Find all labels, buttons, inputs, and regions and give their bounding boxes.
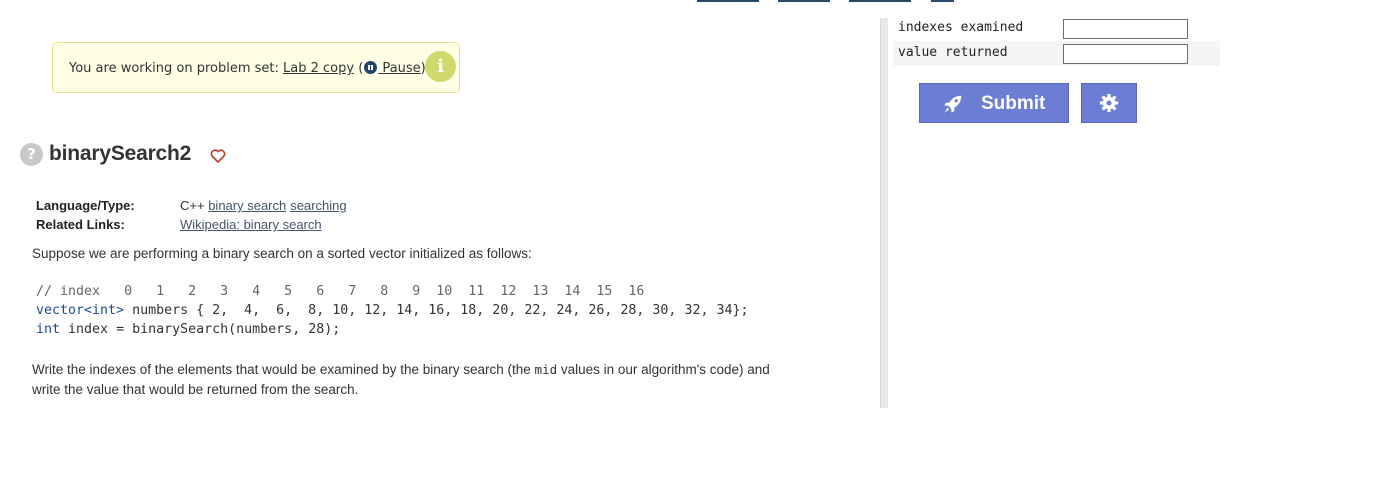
notice-text: You are working on problem set: Lab 2 co… <box>69 61 426 76</box>
top-nav-link[interactable] <box>697 0 759 2</box>
question-part-1: Write the indexes of the elements that w… <box>32 362 535 377</box>
indexes-examined-label: indexes examined <box>898 20 1024 35</box>
value-returned-input[interactable] <box>1063 44 1188 64</box>
index-comment: // index <box>36 284 101 299</box>
top-nav-link[interactable] <box>778 0 830 2</box>
heart-icon[interactable] <box>209 147 227 165</box>
code-block: // index 0 1 2 3 4 5 6 7 8 9 10 11 12 13… <box>36 282 748 339</box>
info-icon[interactable]: i <box>425 51 456 82</box>
wikipedia-link[interactable]: Wikipedia: binary search <box>180 217 322 232</box>
indexes-examined-input[interactable] <box>1063 19 1188 39</box>
pause-icon <box>364 61 378 74</box>
problem-title: binarySearch2 <box>49 142 192 165</box>
pause-button[interactable]: Pause <box>363 61 421 76</box>
top-nav-link[interactable] <box>931 0 954 2</box>
submit-button[interactable]: Submit <box>919 83 1069 123</box>
related-links-value: Wikipedia: binary search <box>180 217 326 232</box>
gear-icon <box>1099 93 1119 113</box>
problem-set-link[interactable]: Lab 2 copy <box>283 61 354 76</box>
panel-splitter[interactable] <box>880 18 888 408</box>
int-keyword: int <box>36 322 61 337</box>
notice-prefix: You are working on problem set: <box>69 61 284 76</box>
language-label: Language/Type: <box>36 198 135 213</box>
vector-type: vector<int> <box>36 303 125 318</box>
vector-declaration: numbers { 2, 4, 6, 8, 10, 12, 14, 16, 18… <box>124 303 749 318</box>
settings-button[interactable] <box>1081 83 1137 123</box>
answer-row-indexes: indexes examined <box>893 16 1220 41</box>
pause-label: Pause <box>378 61 421 76</box>
top-nav-links <box>0 0 1387 3</box>
open-paren: ( <box>354 61 364 76</box>
related-links-label: Related Links: <box>36 217 125 232</box>
question-mid-code: mid <box>534 362 558 377</box>
search-call: index = binarySearch(numbers, 28); <box>60 322 341 337</box>
submit-label: Submit <box>981 93 1046 114</box>
answer-row-value: value returned <box>893 41 1220 66</box>
tag-searching[interactable]: searching <box>290 198 346 213</box>
language-value: C++ binary search searching <box>180 198 351 213</box>
index-numbers: 0 1 2 3 4 5 6 7 8 9 10 11 12 13 14 15 16 <box>100 284 645 299</box>
top-nav-link[interactable] <box>849 0 911 2</box>
value-returned-label: value returned <box>898 45 1008 60</box>
index-comment-line: // index 0 1 2 3 4 5 6 7 8 9 10 11 12 13… <box>36 284 644 299</box>
tag-binary-search[interactable]: binary search <box>208 198 286 213</box>
rocket-icon <box>944 95 962 113</box>
problem-set-notice: You are working on problem set: Lab 2 co… <box>52 42 460 93</box>
answer-form: indexes examined value returned <box>893 16 1220 66</box>
help-icon[interactable]: ? <box>20 143 43 166</box>
question-part-2: values in our algorithm's code) and <box>557 362 770 377</box>
question-line-2: write the value that would be returned f… <box>32 382 359 397</box>
question-line-1: Write the indexes of the elements that w… <box>32 362 770 377</box>
language-name: C++ <box>180 198 205 213</box>
problem-intro: Suppose we are performing a binary searc… <box>32 246 532 261</box>
